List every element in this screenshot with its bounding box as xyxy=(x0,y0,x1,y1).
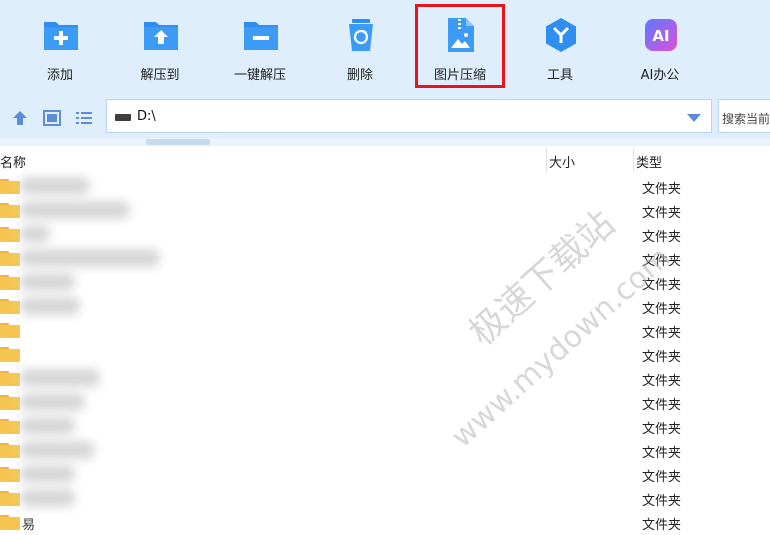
row-type: 文件夹 xyxy=(642,278,682,293)
redacted-name xyxy=(20,225,50,243)
tools-hexagon-icon xyxy=(546,18,576,52)
row-type: 文件夹 xyxy=(642,422,682,437)
image-compress-icon xyxy=(448,18,474,52)
delete-button[interactable]: 删除 xyxy=(315,12,405,90)
search-placeholder: 搜索当前 xyxy=(722,112,770,126)
table-row[interactable]: 文件夹 xyxy=(0,318,770,342)
ai-office-button[interactable]: AI AI办公 xyxy=(615,12,705,90)
redacted-name xyxy=(20,177,90,195)
folder-icon xyxy=(0,491,20,506)
list-view-icon[interactable] xyxy=(74,108,94,128)
column-type[interactable]: 类型 xyxy=(636,152,662,171)
folder-icon xyxy=(0,395,20,410)
address-bar-row: D:\ 搜索当前 xyxy=(0,98,770,138)
table-row[interactable]: 文件夹 xyxy=(0,294,770,318)
row-name: 易 xyxy=(22,518,36,533)
delete-label: 删除 xyxy=(346,68,373,83)
extract-to-label: 解压到 xyxy=(140,68,180,83)
table-row[interactable]: 文件夹 xyxy=(0,366,770,390)
table-row[interactable]: 文件夹 xyxy=(0,390,770,414)
folder-icon xyxy=(0,443,20,458)
horizontal-scrollbar[interactable] xyxy=(0,138,770,146)
row-type: 文件夹 xyxy=(642,182,682,197)
recycle-bin-icon xyxy=(349,19,373,51)
table-row[interactable]: 文件夹 xyxy=(0,342,770,366)
column-size[interactable]: 大小 xyxy=(549,152,575,171)
redacted-name xyxy=(20,393,85,411)
redacted-name xyxy=(20,297,80,315)
redacted-name xyxy=(20,417,75,435)
add-button[interactable]: 添加 xyxy=(15,12,105,90)
redacted-name xyxy=(20,249,160,267)
folder-icon xyxy=(0,251,20,266)
row-type: 文件夹 xyxy=(642,470,682,485)
redacted-name xyxy=(20,441,95,459)
row-type: 文件夹 xyxy=(642,494,682,509)
thumbnail-view-icon[interactable] xyxy=(42,108,62,128)
current-path: D:\ xyxy=(137,109,156,124)
redacted-name xyxy=(20,201,130,219)
folder-icon xyxy=(0,467,20,482)
table-row[interactable]: 文件夹 xyxy=(0,462,770,486)
folder-icon xyxy=(0,203,20,218)
table-row[interactable]: 文件夹 xyxy=(0,246,770,270)
drive-icon xyxy=(115,114,131,121)
folder-icon xyxy=(0,275,20,290)
column-header: 名称 大小 类型 xyxy=(0,148,770,172)
redacted-name xyxy=(20,465,75,483)
folder-icon xyxy=(0,179,20,194)
one-click-extract-label: 一键解压 xyxy=(233,68,286,83)
row-type: 文件夹 xyxy=(642,230,682,245)
table-row[interactable]: 文件夹 xyxy=(0,174,770,198)
ai-office-label: AI办公 xyxy=(640,68,680,83)
tools-label: 工具 xyxy=(546,68,573,83)
redacted-name xyxy=(20,489,75,507)
one-click-extract-icon xyxy=(244,22,278,50)
table-row[interactable]: 文件夹 xyxy=(0,270,770,294)
row-type: 文件夹 xyxy=(642,254,682,269)
column-divider[interactable] xyxy=(633,148,634,172)
extract-to-button[interactable]: 解压到 xyxy=(115,12,205,90)
folder-icon xyxy=(0,371,20,386)
extract-to-icon xyxy=(144,22,178,50)
row-type: 文件夹 xyxy=(642,446,682,461)
main-toolbar: 添加 解压到 一键解压 删除 图片压缩 工具 AI AI办公 xyxy=(0,0,770,98)
column-divider[interactable] xyxy=(546,148,547,172)
folder-icon xyxy=(0,299,20,314)
add-label: 添加 xyxy=(46,68,73,83)
table-row[interactable]: 文件夹 xyxy=(0,414,770,438)
row-type: 文件夹 xyxy=(642,206,682,221)
image-compress-label: 图片压缩 xyxy=(433,68,486,83)
folder-icon xyxy=(0,419,20,434)
redacted-name xyxy=(20,273,75,291)
folder-icon xyxy=(0,323,20,338)
search-input[interactable]: 搜索当前 xyxy=(718,99,770,133)
chevron-down-icon[interactable] xyxy=(687,114,701,122)
path-input[interactable]: D:\ xyxy=(106,99,712,133)
table-row[interactable]: 文件夹 xyxy=(0,222,770,246)
row-type: 文件夹 xyxy=(642,326,682,341)
row-type: 文件夹 xyxy=(642,302,682,317)
row-type: 文件夹 xyxy=(642,398,682,413)
table-row[interactable]: 文件夹 xyxy=(0,486,770,510)
row-type: 文件夹 xyxy=(642,518,682,533)
image-compress-button[interactable]: 图片压缩 xyxy=(415,4,505,88)
table-row[interactable]: 易 文件夹 xyxy=(0,510,770,534)
add-folder-icon xyxy=(44,22,78,50)
row-type: 文件夹 xyxy=(642,350,682,365)
svg-text:AI: AI xyxy=(652,27,669,45)
ai-office-icon: AI xyxy=(645,19,677,51)
table-row[interactable]: 文件夹 xyxy=(0,198,770,222)
folder-icon xyxy=(0,227,20,242)
table-row[interactable]: 文件夹 xyxy=(0,438,770,462)
folder-icon xyxy=(0,347,20,362)
one-click-extract-button[interactable]: 一键解压 xyxy=(215,12,305,90)
redacted-name xyxy=(20,369,100,387)
tools-button[interactable]: 工具 xyxy=(515,12,605,90)
scrollbar-thumb[interactable] xyxy=(146,139,210,145)
row-type: 文件夹 xyxy=(642,374,682,389)
folder-icon xyxy=(0,515,20,530)
up-arrow-icon[interactable] xyxy=(10,108,30,128)
column-name[interactable]: 名称 xyxy=(0,152,26,171)
